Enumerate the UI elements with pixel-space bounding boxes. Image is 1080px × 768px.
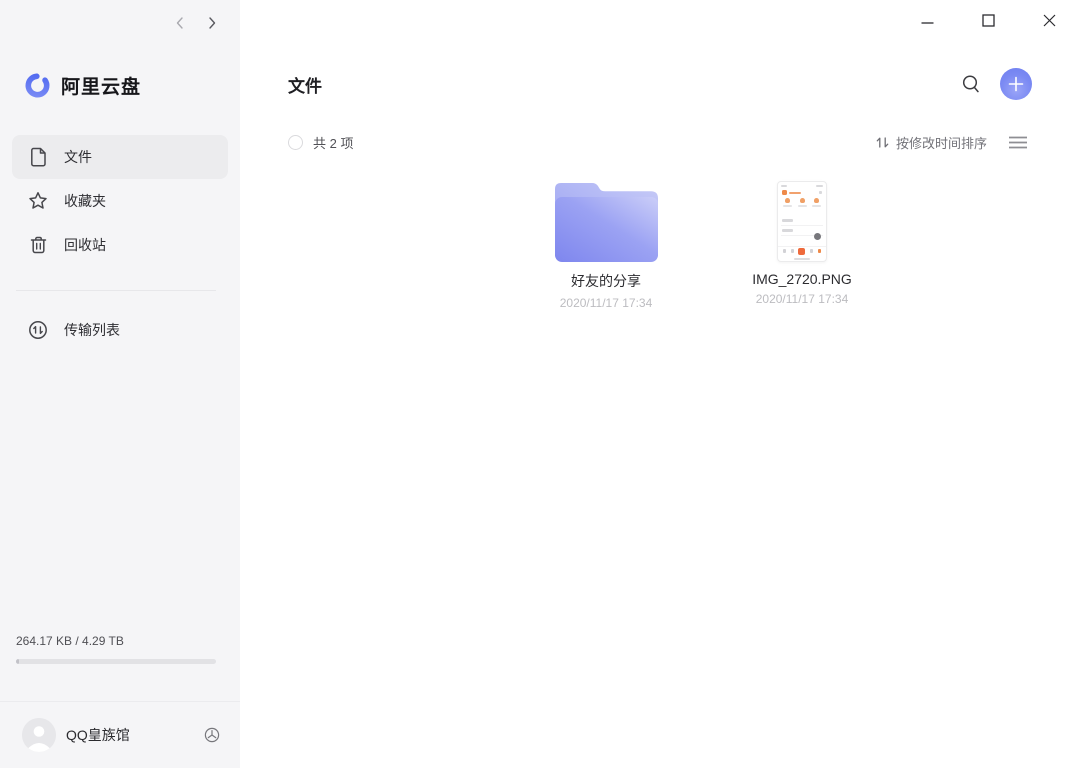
main-panel: 文件 共 2 项 按修改时间排序 好友的分享 2020/11/17 17:34 … <box>240 0 1080 768</box>
sidebar-menu-lower: 传输列表 <box>12 308 228 352</box>
file-name: IMG_2720.PNG <box>752 271 852 287</box>
sidebar-item-label: 回收站 <box>64 237 106 253</box>
image-thumbnail <box>777 181 827 262</box>
trash-icon <box>28 235 48 255</box>
sort-arrows-icon <box>875 135 890 150</box>
close-icon[interactable] <box>1019 0 1080 40</box>
storage-text: 264.17 KB / 4.29 TB <box>16 634 124 648</box>
file-card-folder[interactable]: 好友的分享 2020/11/17 17:34 <box>508 180 704 310</box>
select-all-checkbox[interactable] <box>288 134 303 150</box>
sidebar: 阿里云盘 文件 收藏夹 回收站 传输列表 264.17 KB / 4.29 TB… <box>0 0 240 768</box>
page-header: 文件 <box>288 62 1032 106</box>
item-count: 共 2 项 <box>313 135 354 151</box>
storage-progress-fill <box>16 659 19 664</box>
settings-icon[interactable] <box>204 727 220 743</box>
history-nav <box>168 11 224 35</box>
plus-icon <box>1008 76 1024 92</box>
list-view-icon[interactable] <box>1009 136 1027 149</box>
search-icon[interactable] <box>961 74 981 95</box>
document-icon <box>28 147 48 167</box>
file-grid: 好友的分享 2020/11/17 17:34 IMG_2720.PNG 2020… <box>508 180 900 310</box>
sidebar-item-label: 文件 <box>64 149 92 165</box>
back-icon[interactable] <box>168 11 192 35</box>
user-account-row[interactable]: QQ皇族馆 <box>0 701 240 768</box>
file-date: 2020/11/17 17:34 <box>559 296 653 310</box>
app-title: 阿里云盘 <box>61 77 142 98</box>
folder-icon <box>554 180 658 262</box>
transfer-icon <box>28 320 48 340</box>
star-icon <box>28 191 48 211</box>
page-title: 文件 <box>288 76 322 96</box>
file-date: 2020/11/17 17:34 <box>755 292 849 306</box>
forward-icon[interactable] <box>200 11 224 35</box>
file-card-image[interactable]: IMG_2720.PNG 2020/11/17 17:34 <box>704 180 900 310</box>
sort-label: 按修改时间排序 <box>895 135 987 151</box>
storage-quota: 264.17 KB / 4.29 TB <box>16 634 216 664</box>
sidebar-item-label: 收藏夹 <box>64 193 106 209</box>
sidebar-item-transfer-list[interactable]: 传输列表 <box>12 308 228 352</box>
sidebar-item-files[interactable]: 文件 <box>12 135 228 179</box>
sidebar-item-label: 传输列表 <box>64 322 120 338</box>
maximize-icon[interactable] <box>958 0 1019 40</box>
sidebar-divider <box>16 290 216 291</box>
sidebar-menu: 文件 收藏夹 回收站 <box>12 135 228 267</box>
minimize-icon[interactable] <box>897 0 958 40</box>
storage-progressbar <box>16 659 216 664</box>
list-toolbar: 共 2 项 按修改时间排序 <box>288 128 1027 156</box>
sort-control[interactable]: 按修改时间排序 <box>875 133 987 152</box>
avatar <box>22 718 56 752</box>
user-name: QQ皇族馆 <box>66 727 130 743</box>
window-controls <box>897 0 1080 40</box>
aliyundrive-logo-icon <box>24 72 51 99</box>
file-name: 好友的分享 <box>571 273 641 289</box>
app-window: 阿里云盘 文件 收藏夹 回收站 传输列表 264.17 KB / 4.29 TB… <box>0 0 1080 768</box>
add-button[interactable] <box>1000 68 1032 100</box>
sidebar-item-recycle-bin[interactable]: 回收站 <box>12 223 228 267</box>
sidebar-item-favorites[interactable]: 收藏夹 <box>12 179 228 223</box>
app-brand: 阿里云盘 <box>24 72 141 99</box>
